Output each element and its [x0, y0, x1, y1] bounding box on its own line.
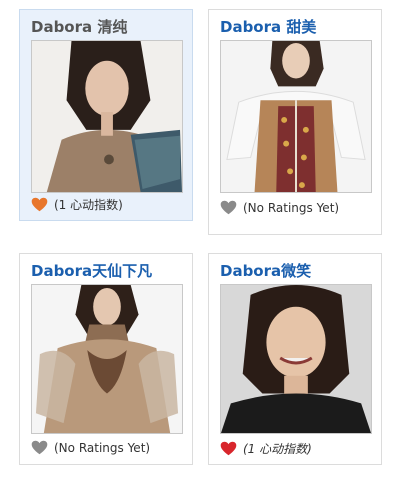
- rating-row: (No Ratings Yet): [31, 440, 150, 455]
- gallery-card[interactable]: Dabora微笑 (1 心动指数): [208, 253, 382, 465]
- gallery-card[interactable]: Dabora 清纯 (1 心动指数): [19, 9, 193, 221]
- photo-gallery-grid: Dabora 清纯 (1 心动指数) Dabora 甜美 (No Ratings…: [0, 0, 405, 478]
- rating-text: (1 心动指数): [243, 442, 312, 456]
- rating-row: (No Ratings Yet): [220, 200, 339, 215]
- gallery-card[interactable]: Dabora天仙下凡 (No Ratings Yet): [19, 253, 193, 465]
- card-title[interactable]: Dabora 甜美: [220, 16, 316, 37]
- card-title[interactable]: Dabora微笑: [220, 260, 311, 281]
- rating-text: (No Ratings Yet): [54, 440, 151, 455]
- rating-row: (1 心动指数): [31, 196, 123, 213]
- gallery-card[interactable]: Dabora 甜美 (No Ratings Yet): [208, 9, 382, 235]
- rating-text: (1 心动指数): [54, 198, 123, 212]
- heart-icon[interactable]: [31, 197, 48, 212]
- card-photo[interactable]: [31, 40, 183, 193]
- rating-row: (1 心动指数): [220, 440, 312, 457]
- heart-icon[interactable]: [220, 200, 237, 215]
- card-photo[interactable]: [31, 284, 183, 434]
- card-title[interactable]: Dabora天仙下凡: [31, 260, 152, 281]
- heart-icon[interactable]: [31, 440, 48, 455]
- heart-icon[interactable]: [220, 441, 237, 456]
- card-photo[interactable]: [220, 40, 372, 193]
- card-photo[interactable]: [220, 284, 372, 434]
- rating-text: (No Ratings Yet): [243, 200, 340, 215]
- card-title[interactable]: Dabora 清纯: [31, 16, 127, 37]
